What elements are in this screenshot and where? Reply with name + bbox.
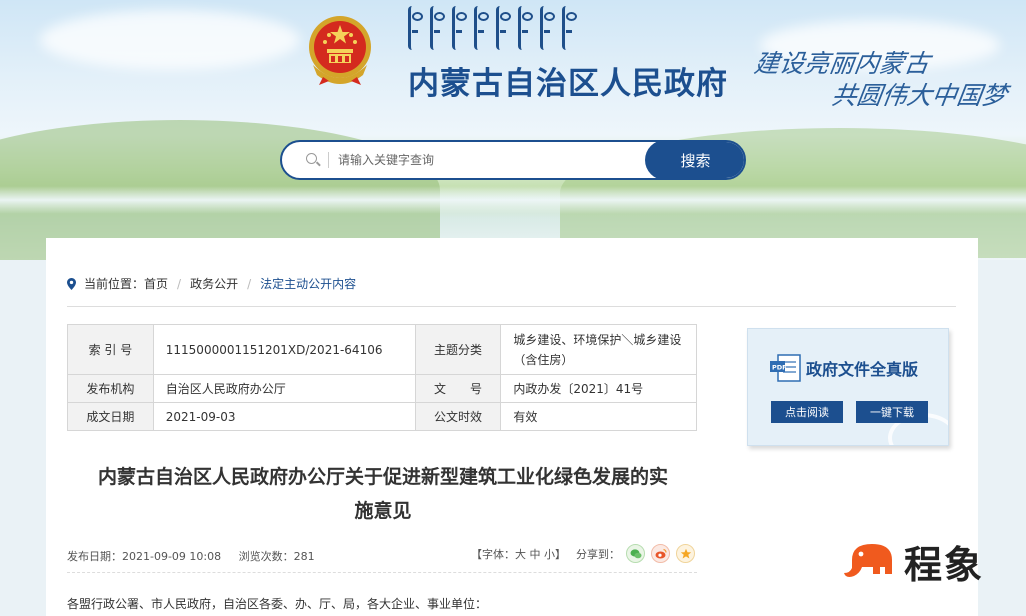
search-input[interactable]: [338, 142, 638, 178]
national-emblem-icon: [309, 16, 371, 85]
wechat-icon[interactable]: [626, 544, 645, 563]
meta-key-doc-number: 文 号: [414, 374, 502, 403]
search-divider: [328, 152, 329, 168]
meta-row: 索 引 号 1115000001151201XD/2021-64106 主题分类…: [67, 324, 697, 375]
river-decoration: [0, 186, 1026, 214]
document-info-left: 发布日期：2021-09-09 10:08 浏览次数：281: [67, 548, 315, 564]
read-online-button[interactable]: 点击阅读: [771, 401, 843, 423]
breadcrumb-separator: /: [247, 276, 252, 291]
document-meta-table: 索 引 号 1115000001151201XD/2021-64106 主题分类…: [67, 324, 697, 431]
location-pin-icon: [67, 277, 76, 290]
font-size-label: 【字体：: [471, 547, 515, 561]
site-title: 内蒙古自治区人民政府: [408, 66, 728, 102]
meta-row: 成文日期 2021-09-03 公文时效 有效: [67, 402, 697, 431]
meta-value-index-number: 1115000001151201XD/2021-64106: [152, 324, 416, 375]
breadcrumb-separator: /: [177, 276, 182, 291]
search-bar: 搜索: [280, 140, 746, 180]
search-button[interactable]: 搜索: [645, 142, 744, 178]
slogan-line-2: 共圆伟大中国梦: [829, 81, 1009, 110]
weibo-icon[interactable]: [651, 544, 670, 563]
meta-key-subject: 主题分类: [414, 324, 502, 375]
svg-text:PDF: PDF: [772, 364, 787, 372]
meta-key-issuer: 发布机构: [67, 374, 154, 403]
meta-key-written-date: 成文日期: [67, 402, 154, 431]
publish-date: 发布日期：2021-09-09 10:08: [67, 550, 222, 563]
breadcrumb-current-link[interactable]: 法定主动公开内容: [260, 275, 356, 292]
meta-row: 发布机构 自治区人民政府办公厅 文 号 内政办发〔2021〕41号: [67, 374, 697, 403]
document-salutation: 各盟行政公署、市人民政府，自治区各委、办、厅、局，各大企业、事业单位：: [67, 597, 488, 611]
header-banner: 内蒙古自治区人民政府 建设亮丽内蒙古 共圆伟大中国梦 搜索: [0, 0, 1026, 260]
meta-value-written-date: 2021-09-03: [152, 402, 416, 431]
document-info-right: 【字体：大 中 小】 分享到：: [471, 544, 695, 563]
breadcrumb-divider: [67, 306, 956, 307]
cloud-decoration: [40, 10, 300, 70]
document-title: 内蒙古自治区人民政府办公厅关于促进新型建筑工业化绿色发展的实 施意见: [67, 460, 699, 528]
favorite-icon[interactable]: [676, 544, 695, 563]
document-title-line-1: 内蒙古自治区人民政府办公厅关于促进新型建筑工业化绿色发展的实: [97, 466, 668, 488]
document-title-line-2: 施意见: [354, 500, 412, 522]
share-label: 分享到：: [576, 547, 620, 561]
meta-value-validity: 有效: [500, 402, 697, 431]
watermark-text: 程象: [904, 542, 985, 587]
meta-value-subject: 城乡建设、环境保护＼城乡建设（含住房）: [500, 324, 697, 375]
meta-value-issuer: 自治区人民政府办公厅: [152, 374, 416, 403]
full-version-panel: PDF 政府文件全真版 点击阅读 一键下载: [747, 328, 949, 446]
content-card: 当前位置： 首页 / 政务公开 / 法定主动公开内容 索 引 号 1115000…: [46, 238, 978, 616]
meta-key-index-number: 索 引 号: [67, 324, 154, 375]
breadcrumb-home-link[interactable]: 首页: [144, 275, 168, 292]
breadcrumb-prefix: 当前位置：: [84, 277, 145, 291]
watermark: 程象: [842, 538, 984, 587]
view-count: 浏览次数：281: [238, 550, 315, 563]
breadcrumb-open-government-link[interactable]: 政务公开: [190, 275, 238, 292]
font-size-control: 【字体：大 中 小】: [471, 546, 566, 562]
slogan: 建设亮丽内蒙古 共圆伟大中国梦: [748, 48, 1014, 112]
font-size-large[interactable]: 大: [515, 548, 526, 561]
meta-key-validity: 公文时效: [414, 402, 502, 431]
breadcrumb: 当前位置： 首页 / 政务公开 / 法定主动公开内容: [67, 275, 356, 292]
search-icon: [306, 153, 317, 164]
font-size-medium[interactable]: 中: [530, 548, 541, 561]
slogan-line-1: 建设亮丽内蒙古: [752, 49, 932, 78]
font-size-small[interactable]: 小】: [544, 548, 566, 561]
document-info-bar: 发布日期：2021-09-09 10:08 浏览次数：281 【字体：大 中 小…: [67, 544, 697, 566]
mongolian-script-title: [408, 6, 577, 58]
pdf-icon: PDF: [770, 354, 801, 382]
meta-value-doc-number: 内政办发〔2021〕41号: [500, 374, 697, 403]
document-info-divider: [67, 572, 697, 573]
elephant-logo-icon: [844, 544, 892, 577]
download-button[interactable]: 一键下载: [856, 401, 928, 423]
full-version-title: 政府文件全真版: [806, 360, 919, 379]
